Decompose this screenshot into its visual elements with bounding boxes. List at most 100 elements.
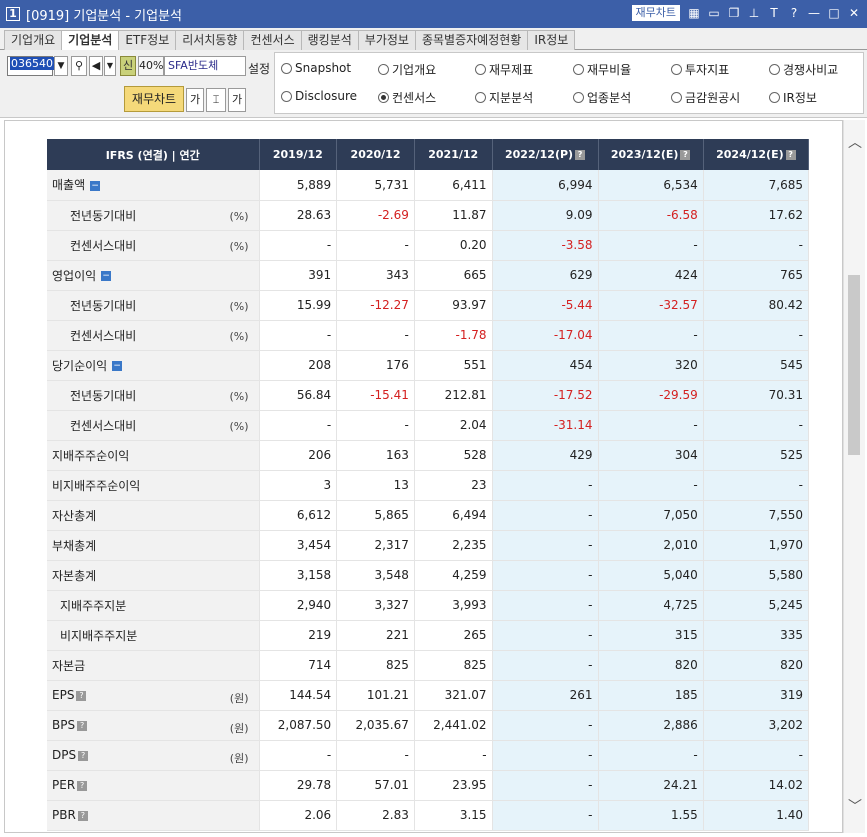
radio-icon[interactable] (378, 64, 389, 75)
collapse-icon[interactable]: − (101, 271, 112, 281)
radio-option[interactable]: Snapshot (281, 61, 351, 75)
value-cell: 3.15 (414, 800, 493, 831)
copy-window-icon[interactable]: ❐ (727, 6, 741, 20)
collapse-icon[interactable]: − (90, 180, 101, 191)
help-icon[interactable]: ? (77, 780, 88, 791)
code-dropdown-icon[interactable]: ▼ (54, 56, 68, 76)
expand-icon[interactable]: ⌶ (206, 88, 226, 112)
help-icon[interactable]: ? (787, 6, 801, 20)
value-cell: 5,040 (598, 560, 704, 591)
financial-chart-toolbar-button[interactable]: 재무차트 (124, 86, 184, 112)
row-label: 컨센서스대비 (70, 328, 137, 343)
radio-icon[interactable] (573, 64, 584, 75)
scroll-thumb[interactable] (848, 275, 860, 455)
chart-icon[interactable]: ▦ (687, 6, 701, 20)
unit-label: (%) (229, 419, 249, 433)
value-cell: 820 (703, 650, 810, 681)
layout-icon[interactable]: ▭ (707, 6, 721, 20)
settings-label[interactable]: 설정 (248, 60, 270, 77)
radio-option[interactable]: 투자지표 (671, 61, 729, 78)
radio-option[interactable]: IR정보 (769, 89, 817, 106)
radio-icon[interactable] (378, 92, 389, 103)
scroll-up-icon[interactable]: ︿ (844, 132, 866, 152)
toolbar: 036540 ▼ ⚲ ◀ ▼ 신 40% SFA반도체 설정 재무차트 가 ⌶ … (0, 50, 867, 118)
search-icon[interactable]: ⚲ (71, 56, 87, 76)
value-cell: -31.14 (492, 410, 599, 441)
value-cell: 319 (703, 680, 810, 711)
help-icon[interactable]: ? (78, 750, 89, 761)
pin-icon[interactable]: ⊥ (747, 6, 761, 20)
table-row: 전년동기대비 (%) 15.99 -12.27 93.97 -5.44 -32.57 80.4… (47, 290, 810, 321)
minimize-icon[interactable]: — (807, 6, 821, 20)
tab-4[interactable]: 컨센서스 (243, 30, 302, 50)
help-icon[interactable]: ? (785, 150, 796, 160)
radio-option[interactable]: 기업개요 (378, 61, 436, 78)
radio-option[interactable]: 지분분석 (475, 89, 533, 106)
help-icon[interactable]: ? (575, 150, 586, 160)
column-header-label: 2019/12 (272, 148, 323, 161)
vertical-scrollbar[interactable]: ︿ ﹀ (843, 120, 865, 833)
radio-option[interactable]: 업종분석 (573, 89, 631, 106)
collapse-icon[interactable]: − (112, 361, 123, 371)
help-icon[interactable]: ? (76, 690, 87, 701)
tab-6[interactable]: 부가정보 (357, 30, 416, 50)
column-header: 2022/12(P)? (492, 139, 599, 170)
stock-code-input[interactable]: 036540 (7, 56, 54, 76)
radio-option[interactable]: 컨센서스 (378, 89, 436, 106)
radio-icon[interactable] (475, 64, 486, 75)
value-cell: - (598, 230, 704, 261)
row-label-cell: 지배주주지분 (47, 590, 260, 621)
tab-1[interactable]: 기업분석 (61, 30, 120, 51)
tab-2[interactable]: ETF정보 (118, 30, 177, 50)
close-icon[interactable]: ✕ (847, 6, 861, 20)
value-cell: -29.59 (598, 380, 704, 411)
maximize-icon[interactable]: □ (827, 6, 841, 20)
radio-option[interactable]: 금감원공시 (671, 89, 740, 106)
help-icon[interactable]: ? (77, 810, 88, 821)
tab-8[interactable]: IR정보 (527, 30, 576, 50)
row-label: DPS (52, 748, 77, 762)
value-cell: 429 (492, 440, 599, 471)
row-label: 자본총계 (52, 568, 97, 583)
radio-icon[interactable] (671, 64, 682, 75)
help-icon[interactable]: ? (77, 720, 88, 731)
speaker-icon[interactable]: ◀ (89, 56, 103, 76)
tab-5[interactable]: 랭킹분석 (300, 30, 359, 50)
value-cell: 11.87 (414, 200, 493, 231)
table-header-label: IFRS (연결) | 연간 (47, 139, 260, 170)
font-label-icon[interactable]: 가 (186, 88, 204, 112)
radio-icon[interactable] (573, 92, 584, 103)
new-badge[interactable]: 신 (120, 56, 136, 76)
scroll-down-icon[interactable]: ﹀ (844, 796, 866, 816)
radio-icon[interactable] (281, 90, 292, 102)
value-cell: 212.81 (414, 380, 493, 411)
help-icon[interactable]: ? (680, 150, 691, 160)
radio-icon[interactable] (671, 92, 682, 103)
radio-option[interactable]: Disclosure (281, 89, 357, 103)
radio-option[interactable]: 재무비율 (573, 61, 631, 78)
unit-label: (%) (229, 389, 249, 403)
tab-0[interactable]: 기업개요 (4, 30, 63, 50)
stock-name-field[interactable]: SFA반도체 (164, 56, 246, 76)
financial-chart-button[interactable]: 재무차트 (630, 4, 681, 22)
radio-icon[interactable] (769, 64, 780, 75)
table-row: EPS? (원) 144.54 101.21 321.07 261 185 319 (47, 680, 810, 711)
row-label: 전년동기대비 (70, 298, 137, 313)
row-label-cell: 자본금 (47, 650, 260, 681)
row-label: 비지배주주지분 (60, 628, 138, 643)
row-label: 컨센서스대비 (70, 238, 137, 253)
value-cell: 5,245 (703, 590, 810, 621)
radio-icon[interactable] (281, 62, 292, 74)
tab-7[interactable]: 종목별증자예정현황 (414, 30, 529, 50)
speaker-dropdown-icon[interactable]: ▼ (104, 56, 116, 76)
table-header-row: IFRS (연결) | 연간 2019/12 2020/12 2021/12 2022/… (47, 139, 810, 170)
radio-option[interactable]: 재무제표 (475, 61, 533, 78)
value-cell: 3,454 (259, 530, 338, 561)
tab-3[interactable]: 리서치동향 (175, 30, 245, 50)
radio-icon[interactable] (769, 92, 780, 103)
font-size-icon[interactable]: T (767, 6, 781, 20)
radio-option[interactable]: 경쟁사비교 (769, 61, 838, 78)
value-cell: -2.69 (336, 200, 415, 231)
font-toggle-button[interactable]: 가 (228, 88, 246, 112)
radio-icon[interactable] (475, 92, 486, 103)
